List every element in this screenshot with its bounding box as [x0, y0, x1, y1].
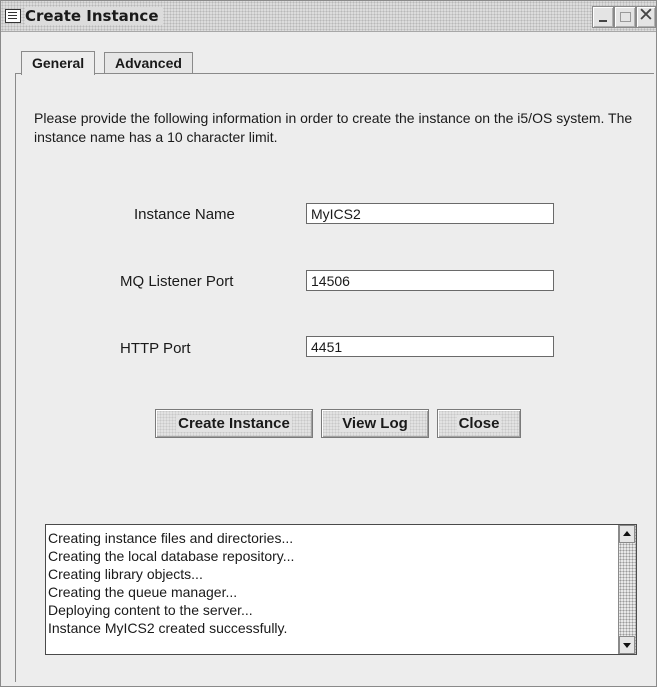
instance-name-field[interactable] — [306, 203, 554, 224]
title-bar[interactable]: Create Instance ✕ — [1, 1, 656, 32]
window-list-icon[interactable] — [5, 9, 21, 23]
log-lines: Creating instance files and directories.… — [48, 529, 608, 637]
http-port-label: HTTP Port — [120, 340, 191, 357]
tab-advanced[interactable]: Advanced — [104, 52, 193, 74]
create-instance-window: Create Instance ✕ General Advanced Pleas… — [0, 0, 657, 687]
intro-text: Please provide the following information… — [34, 110, 633, 145]
minimize-button[interactable] — [592, 6, 614, 28]
tab-general[interactable]: General — [21, 51, 96, 75]
log-line: Deploying content to the server... — [48, 602, 253, 618]
log-line: Creating library objects... — [48, 566, 203, 582]
log-line: Creating the local database repository..… — [48, 548, 295, 564]
window-title: Create Instance — [25, 7, 163, 25]
scroll-down-arrow-icon[interactable] — [619, 636, 635, 654]
scroll-up-arrow-icon[interactable] — [619, 525, 635, 543]
view-log-label: View Log — [340, 415, 410, 432]
view-log-button[interactable]: View Log — [321, 409, 429, 438]
log-line: Creating the queue manager... — [48, 584, 238, 600]
http-port-field[interactable] — [306, 336, 554, 357]
close-button[interactable]: Close — [437, 409, 521, 438]
create-instance-label: Create Instance — [176, 415, 292, 432]
log-scrollbar[interactable] — [618, 525, 636, 654]
instance-name-label: Instance Name — [134, 206, 235, 223]
close-label: Close — [456, 415, 502, 432]
log-output-area[interactable]: Creating instance files and directories.… — [45, 524, 637, 655]
log-line: Instance MyICS2 created successfully. — [48, 620, 288, 636]
create-instance-button[interactable]: Create Instance — [155, 409, 313, 438]
log-line: Creating instance files and directories.… — [48, 530, 294, 546]
close-icon: ✕ — [638, 4, 654, 26]
close-window-button[interactable]: ✕ — [636, 4, 656, 28]
mq-listener-port-field[interactable] — [306, 270, 554, 291]
mq-listener-port-label: MQ Listener Port — [120, 273, 234, 290]
maximize-button[interactable] — [614, 6, 636, 28]
